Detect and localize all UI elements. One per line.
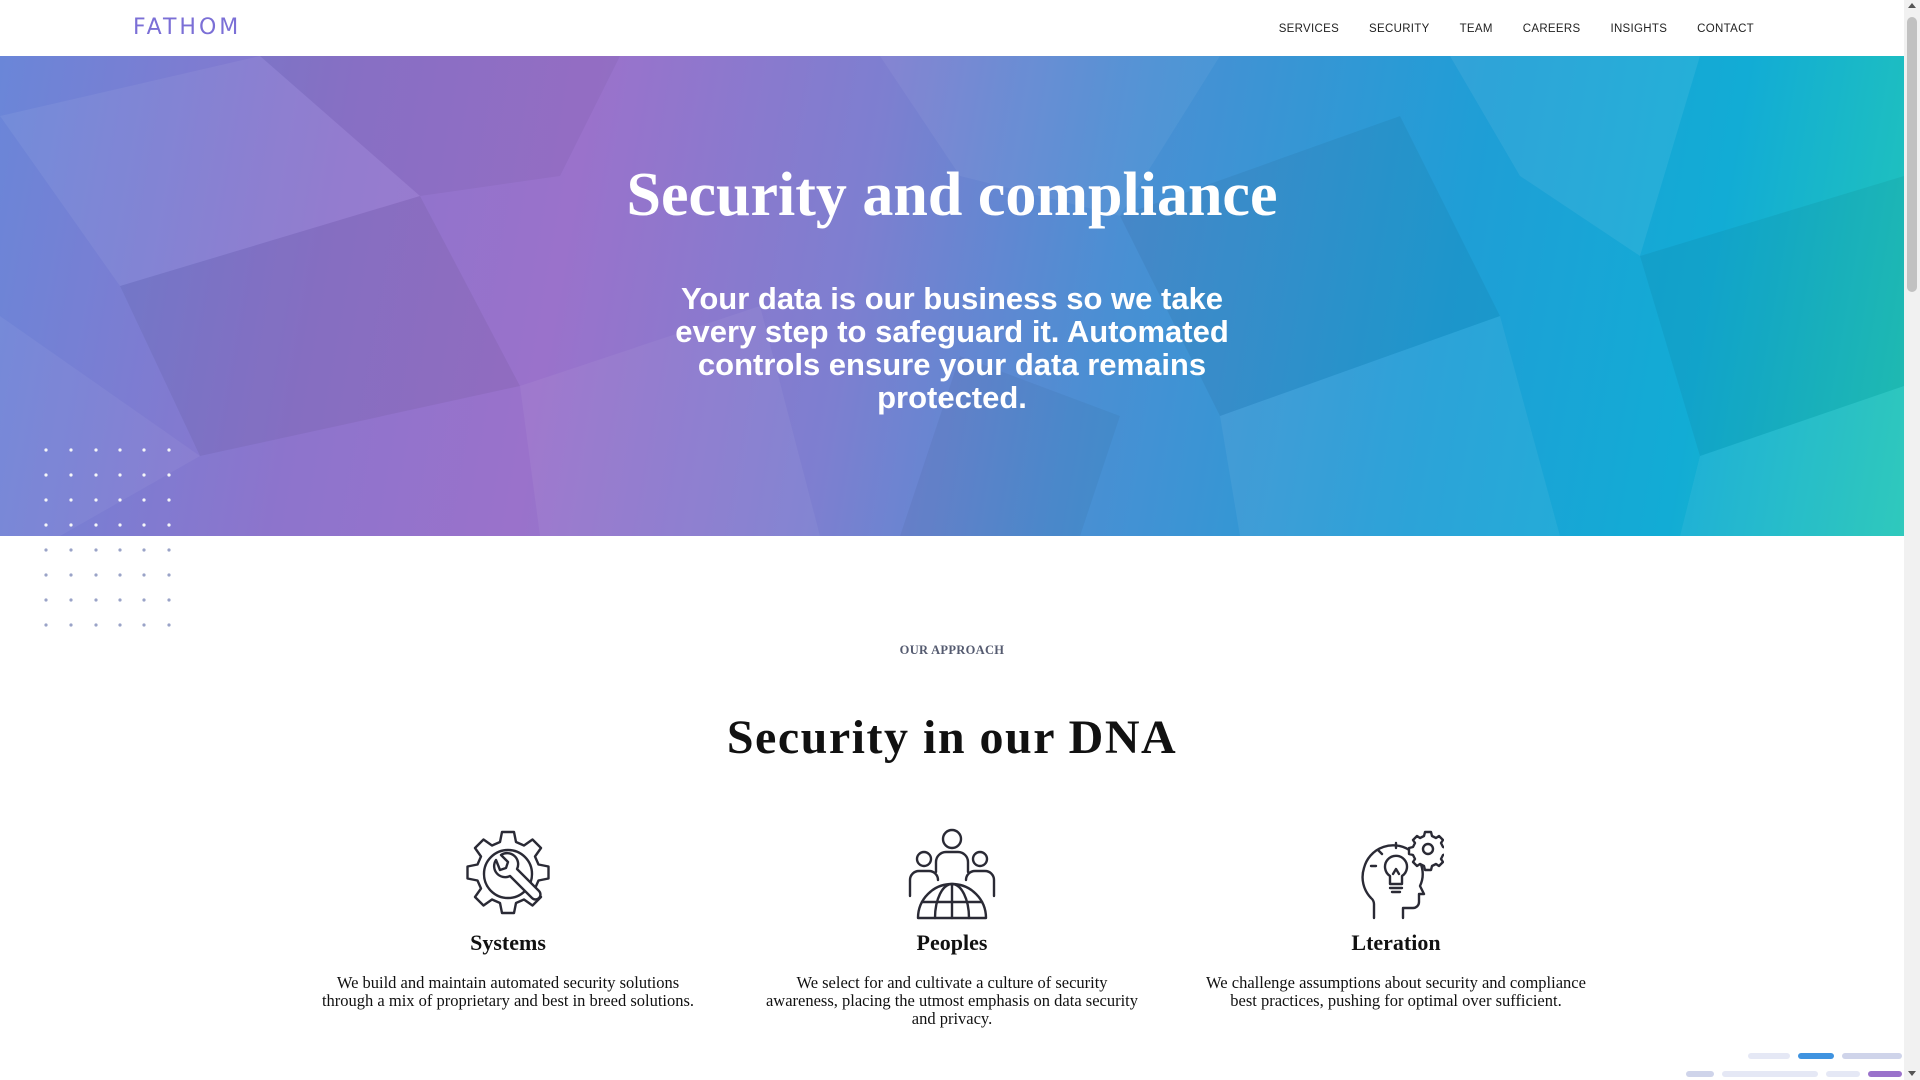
decor-bar (1868, 1071, 1902, 1077)
head-lightbulb-gear-icon (1361, 830, 1444, 920)
decor-bar (1748, 1053, 1790, 1059)
scroll-up-arrow-icon[interactable] (1908, 3, 1916, 8)
nav-link-services[interactable]: SERVICES (1279, 23, 1339, 35)
decor-bar (1842, 1053, 1902, 1059)
section-eyebrow: OUR APPROACH (899, 643, 1005, 657)
feature-title: Lteration (1351, 930, 1441, 955)
dot-grid-decoration (44, 448, 171, 627)
feature-description: We challenge assumptions about security … (1206, 973, 1586, 1010)
nav-link-insights[interactable]: INSIGHTS (1610, 23, 1667, 35)
decor-bar (1686, 1071, 1714, 1077)
decor-bar (1798, 1053, 1834, 1059)
feature-systems: Systems We build and maintain automated … (318, 826, 698, 1010)
section-title: Security in our DNA (726, 711, 1178, 764)
hero-title: Security and compliance (626, 161, 1278, 229)
site-header: FATHOM SERVICES SECURITY TEAM CAREERS IN… (0, 0, 1904, 56)
nav-link-security[interactable]: SECURITY (1369, 23, 1430, 35)
feature-description: We build and maintain automated security… (321, 973, 695, 1010)
nav-link-contact[interactable]: CONTACT (1697, 23, 1754, 35)
feature-peoples: Peoples We select for and cultivate a cu… (762, 826, 1142, 1028)
scroll-down-arrow-icon[interactable] (1908, 1071, 1916, 1076)
feature-title: Peoples (916, 930, 988, 955)
feature-lteration: Lteration We challenge assumptions about… (1206, 826, 1586, 1010)
hero-subtitle: Your data is our business so we take eve… (675, 281, 1229, 415)
people-globe-icon (908, 828, 996, 920)
hero-banner: Security and compliance Your data is our… (0, 56, 1904, 536)
gear-wrench-icon (466, 830, 550, 915)
nav-link-team[interactable]: TEAM (1460, 23, 1493, 35)
decor-bar (1722, 1071, 1818, 1077)
scrollbar-thumb[interactable] (1907, 17, 1917, 292)
decor-bar (1826, 1071, 1860, 1077)
feature-title: Systems (470, 930, 546, 955)
main-nav: SERVICES SECURITY TEAM CAREERS INSIGHTS … (1279, 23, 1754, 35)
fathom-logo[interactable]: FATHOM (133, 15, 241, 40)
nav-link-careers[interactable]: CAREERS (1523, 23, 1581, 35)
page-scrollbar[interactable] (1904, 0, 1920, 1080)
feature-description: We select for and cultivate a culture of… (765, 973, 1139, 1028)
